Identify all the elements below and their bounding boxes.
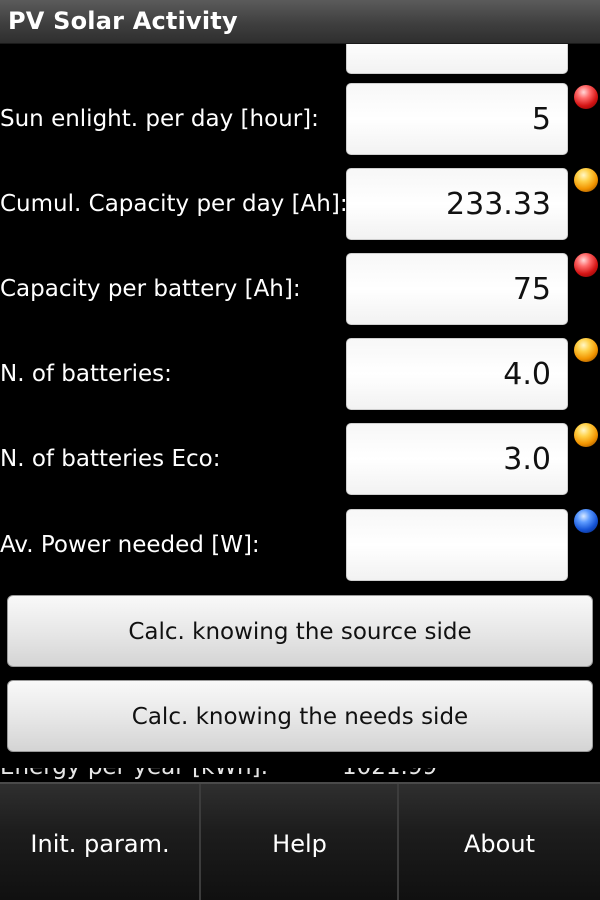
cumul-capacity-field[interactable]: 233.33	[346, 168, 568, 240]
scroll-content[interactable]: Sun enlight. per day [hour]: 5 Cumul. Ca…	[0, 44, 600, 782]
capacity-per-battery-label: Capacity per battery [Ah]:	[0, 276, 301, 302]
status-indicator-orange-icon	[574, 168, 598, 192]
menu-item-init-param[interactable]: Init. param.	[0, 784, 200, 900]
num-batteries-eco-field[interactable]: 3.0	[346, 423, 568, 495]
status-indicator-blue-icon	[574, 509, 598, 533]
app-root: PV Solar Activity Sun enlight. per day […	[0, 0, 600, 900]
calc-needs-side-button[interactable]: Calc. knowing the needs side	[7, 680, 593, 752]
menu-item-help[interactable]: Help	[201, 784, 398, 900]
num-batteries-field[interactable]: 4.0	[346, 338, 568, 410]
status-indicator-red-icon	[574, 85, 598, 109]
num-batteries-eco-label: N. of batteries Eco:	[0, 446, 221, 472]
num-batteries-label: N. of batteries:	[0, 361, 172, 387]
energy-per-year-label: Energy per year [kWh]:	[0, 768, 268, 782]
partial-top-field[interactable]	[346, 44, 568, 74]
title-bar: PV Solar Activity	[0, 0, 600, 44]
app-title: PV Solar Activity	[8, 7, 238, 35]
options-menu: Init. param. Help About	[0, 782, 600, 900]
energy-per-year-value: 1021.99	[342, 768, 437, 782]
status-indicator-red-icon	[574, 253, 598, 277]
status-indicator-orange-icon	[574, 423, 598, 447]
calc-source-side-button[interactable]: Calc. knowing the source side	[7, 595, 593, 667]
cumul-capacity-label: Cumul. Capacity per day [Ah]:	[0, 191, 348, 217]
status-indicator-orange-icon	[574, 338, 598, 362]
sun-enlightment-label: Sun enlight. per day [hour]:	[0, 106, 319, 132]
capacity-per-battery-field[interactable]: 75	[346, 253, 568, 325]
menu-item-about[interactable]: About	[399, 784, 600, 900]
avg-power-needed-label: Av. Power needed [W]:	[0, 532, 260, 558]
sun-enlightment-field[interactable]: 5	[346, 83, 568, 155]
avg-power-needed-field[interactable]	[346, 509, 568, 581]
partial-energy-row: Energy per year [kWh]: 1021.99	[0, 768, 600, 782]
